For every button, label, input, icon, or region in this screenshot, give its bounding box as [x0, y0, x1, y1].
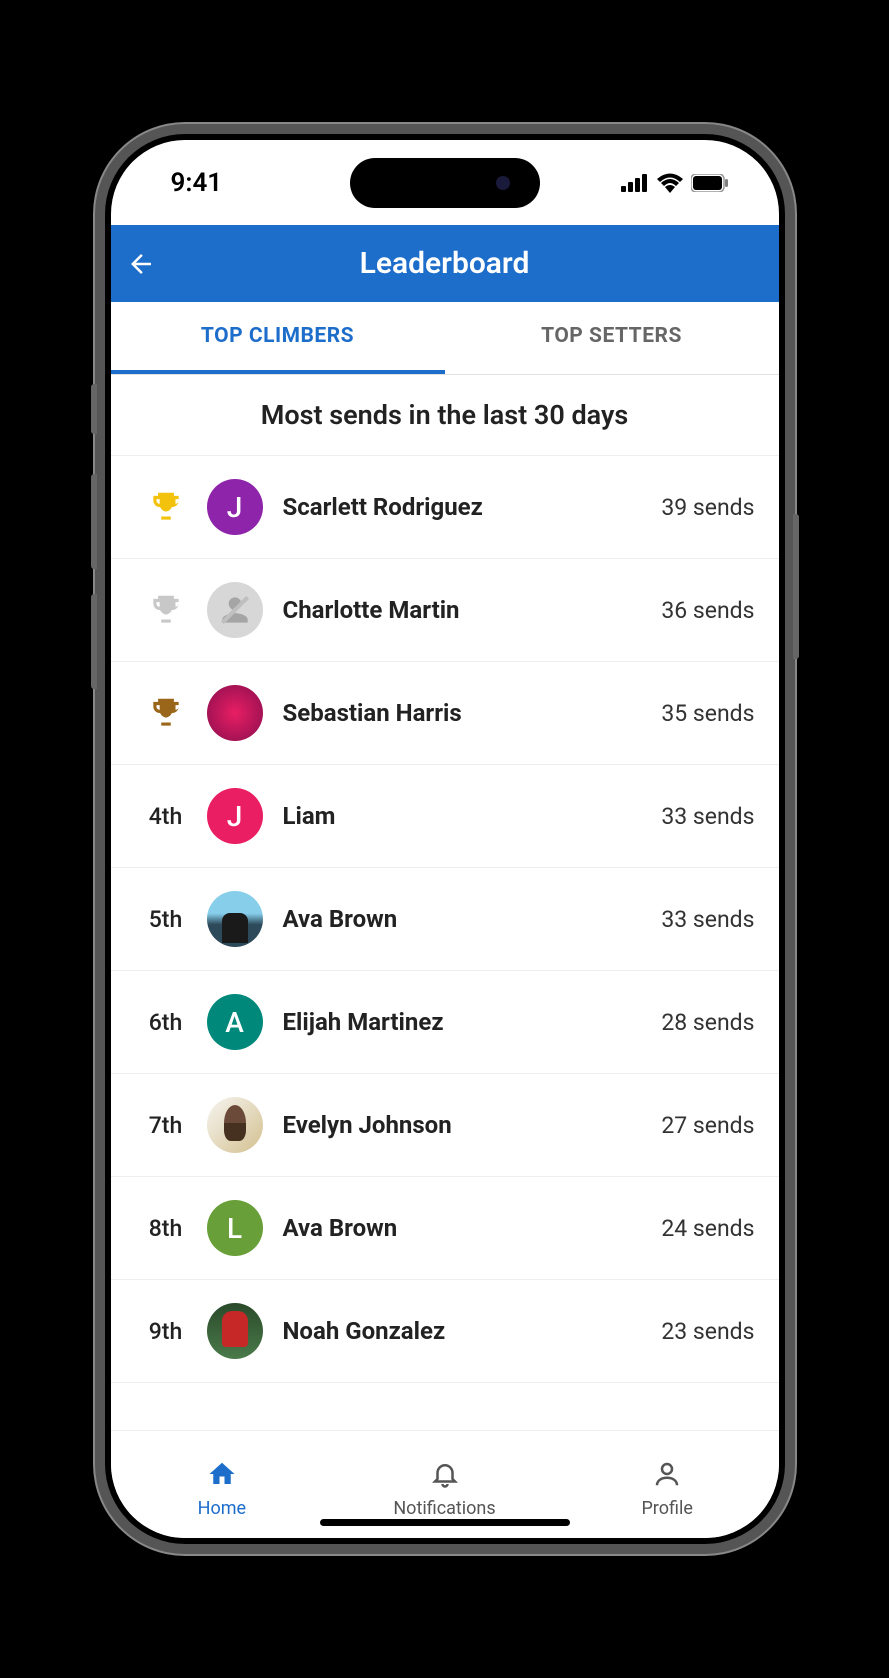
- tab-top-climbers[interactable]: TOP CLIMBERS: [111, 302, 445, 374]
- leaderboard-row[interactable]: J Scarlett Rodriguez39 sends: [111, 456, 779, 559]
- rank-label: 5th: [131, 906, 201, 933]
- sends-count: 33 sends: [661, 906, 754, 933]
- sends-count: 27 sends: [661, 1112, 754, 1139]
- avatar: [207, 1303, 263, 1359]
- arrow-back-icon: [126, 249, 156, 279]
- climber-name: Noah Gonzalez: [283, 1317, 662, 1345]
- avatar: [207, 685, 263, 741]
- avatar: A: [207, 994, 263, 1050]
- leaderboard-list[interactable]: J Scarlett Rodriguez39 sends Charlotte Mar…: [111, 456, 779, 1430]
- leaderboard-row[interactable]: Charlotte Martin36 sends: [111, 559, 779, 662]
- leaderboard-row[interactable]: 6thA Elijah Martinez28 sends: [111, 971, 779, 1074]
- nav-label: Profile: [641, 1498, 692, 1519]
- sends-count: 36 sends: [661, 597, 754, 624]
- sends-count: 23 sends: [661, 1318, 754, 1345]
- avatar: [207, 582, 263, 638]
- app-bar: Leaderboard: [111, 225, 779, 302]
- nav-label: Home: [198, 1498, 246, 1519]
- avatar: L: [207, 1200, 263, 1256]
- sends-count: 33 sends: [661, 803, 754, 830]
- trophy-icon: [131, 694, 201, 732]
- back-button[interactable]: [111, 225, 171, 302]
- status-time: 9:41: [171, 168, 223, 198]
- signal-icon: [621, 174, 649, 192]
- rank-label: 9th: [131, 1318, 201, 1345]
- trophy-icon: [131, 488, 201, 526]
- page-title: Leaderboard: [111, 246, 779, 281]
- climber-name: Evelyn Johnson: [283, 1111, 662, 1139]
- home-indicator: [320, 1519, 570, 1526]
- sends-count: 35 sends: [661, 700, 754, 727]
- nav-home[interactable]: Home: [111, 1431, 334, 1538]
- rank-label: 4th: [131, 803, 201, 830]
- climber-name: Ava Brown: [283, 1214, 662, 1242]
- rank-label: 7th: [131, 1112, 201, 1139]
- leaderboard-row[interactable]: 8thL Ava Brown24 sends: [111, 1177, 779, 1280]
- leaderboard-row[interactable]: 4thJ Liam33 sends: [111, 765, 779, 868]
- device-notch: [350, 158, 540, 208]
- nav-profile[interactable]: Profile: [556, 1431, 779, 1538]
- person-icon: [652, 1459, 682, 1494]
- sends-count: 28 sends: [661, 1009, 754, 1036]
- leaderboard-row[interactable]: 9th Noah Gonzalez23 sends: [111, 1280, 779, 1383]
- leaderboard-subtitle: Most sends in the last 30 days: [111, 375, 779, 456]
- sends-count: 24 sends: [661, 1215, 754, 1242]
- avatar: [207, 891, 263, 947]
- battery-icon: [691, 174, 729, 192]
- avatar: [207, 1097, 263, 1153]
- tabs: TOP CLIMBERSTOP SETTERS: [111, 302, 779, 375]
- home-icon: [207, 1459, 237, 1494]
- tab-top-setters[interactable]: TOP SETTERS: [445, 302, 779, 374]
- rank-label: 6th: [131, 1009, 201, 1036]
- climber-name: Scarlett Rodriguez: [283, 493, 662, 521]
- trophy-icon: [131, 591, 201, 629]
- climber-name: Sebastian Harris: [283, 699, 662, 727]
- status-icons: [621, 173, 729, 193]
- climber-name: Elijah Martinez: [283, 1008, 662, 1036]
- leaderboard-row[interactable]: 5th Ava Brown33 sends: [111, 868, 779, 971]
- climber-name: Charlotte Martin: [283, 596, 662, 624]
- climber-name: Liam: [283, 802, 662, 830]
- bell-icon: [430, 1459, 460, 1494]
- climber-name: Ava Brown: [283, 905, 662, 933]
- leaderboard-row[interactable]: 7th Evelyn Johnson27 sends: [111, 1074, 779, 1177]
- sends-count: 39 sends: [661, 494, 754, 521]
- avatar: J: [207, 788, 263, 844]
- rank-label: 8th: [131, 1215, 201, 1242]
- wifi-icon: [657, 173, 683, 193]
- leaderboard-row[interactable]: Sebastian Harris35 sends: [111, 662, 779, 765]
- nav-label: Notifications: [393, 1498, 495, 1519]
- avatar: J: [207, 479, 263, 535]
